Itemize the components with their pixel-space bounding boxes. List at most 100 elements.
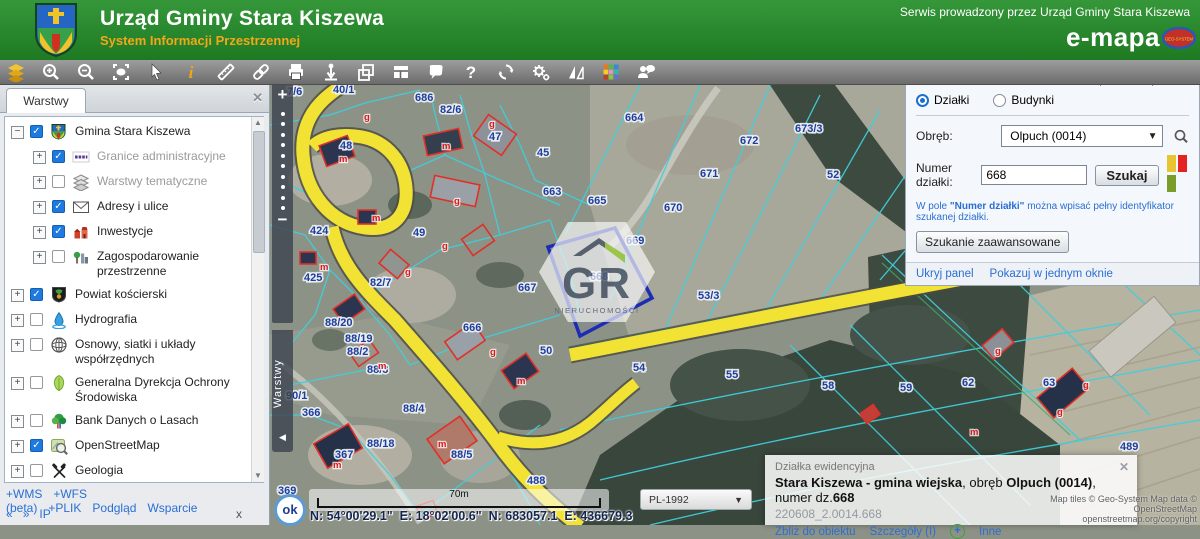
- layer-label[interactable]: Inwestycje: [97, 223, 153, 239]
- layer-label[interactable]: Granice administracyjne: [97, 148, 226, 164]
- zoom-level-dot[interactable]: [281, 133, 285, 137]
- toolbar-layers-icon[interactable]: [6, 62, 26, 82]
- layer-checkbox[interactable]: [30, 313, 43, 326]
- layer-label[interactable]: Zagospodarowanie przestrzenne: [97, 248, 261, 279]
- toolbar-print-icon[interactable]: [286, 62, 306, 82]
- toolbar-settings-icon[interactable]: [531, 62, 551, 82]
- layer-label[interactable]: Generalna Dyrekcja Ochrony Środowiska: [75, 374, 261, 405]
- zoom-level-dot[interactable]: [281, 185, 285, 189]
- layer-checkbox[interactable]: ✓: [52, 150, 65, 163]
- layer-label[interactable]: Osnowy, siatki i układy współrzędnych: [75, 336, 261, 367]
- building-use-label: m: [372, 213, 380, 224]
- toolbar-balloon-icon[interactable]: [426, 62, 446, 82]
- layer-checkbox[interactable]: [52, 250, 65, 263]
- obreb-search-icon[interactable]: [1173, 128, 1189, 145]
- warstwy-collapse-tab[interactable]: Warstwy ◀: [272, 330, 293, 452]
- scrollbar-thumb[interactable]: [253, 131, 265, 253]
- radio-budynki[interactable]: [993, 94, 1006, 107]
- expander-icon[interactable]: −: [11, 126, 24, 139]
- layer-checkbox[interactable]: [52, 175, 65, 188]
- layer-checkbox[interactable]: ✓: [30, 288, 43, 301]
- toolbar-marker-download-icon[interactable]: [321, 62, 341, 82]
- crs-select[interactable]: PL-1992 ▼: [640, 489, 752, 510]
- expander-icon[interactable]: +: [33, 251, 46, 264]
- layer-label[interactable]: Powiat kościerski: [75, 286, 167, 302]
- expander-icon[interactable]: +: [33, 201, 46, 214]
- toolbar-zoom-out-icon[interactable]: [76, 62, 96, 82]
- info-box-close-icon[interactable]: ✕: [1119, 460, 1129, 474]
- building-use-label: m: [339, 154, 347, 165]
- toolbar-panels-icon[interactable]: [391, 62, 411, 82]
- layer-label[interactable]: Bank Danych o Lasach: [75, 412, 198, 428]
- zoom-to-object-link[interactable]: Zbliż do obiektu: [775, 526, 856, 538]
- layer-checkbox[interactable]: [30, 464, 43, 477]
- radio-dzialki[interactable]: [916, 94, 929, 107]
- expander-icon[interactable]: +: [11, 465, 24, 478]
- layer-label[interactable]: Hydrografia: [75, 311, 137, 327]
- toolbar-help-icon[interactable]: ?: [461, 62, 481, 82]
- toolbar-cloud-sync-icon[interactable]: [496, 62, 516, 82]
- expander-icon[interactable]: +: [11, 339, 24, 352]
- expander-icon[interactable]: +: [11, 440, 24, 453]
- layer-label[interactable]: Warstwy tematyczne: [97, 173, 207, 189]
- layer-checkbox[interactable]: ✓: [30, 125, 43, 138]
- layer-checkbox[interactable]: [30, 376, 43, 389]
- zoom-level-dot[interactable]: [281, 143, 285, 147]
- footer2-link[interactable]: «: [6, 507, 13, 521]
- expander-icon[interactable]: +: [11, 314, 24, 327]
- footer2-link[interactable]: »: [23, 507, 30, 521]
- toolbar-compare-icon[interactable]: [566, 62, 586, 82]
- footer2-link[interactable]: IP: [39, 507, 50, 521]
- expander-icon[interactable]: +: [11, 289, 24, 302]
- zoom-level-dot[interactable]: [281, 154, 285, 158]
- tab-warstwy[interactable]: Warstwy: [6, 88, 86, 113]
- toolbar-zoom-in-icon[interactable]: [41, 62, 61, 82]
- toolbar-cursor-icon[interactable]: [146, 62, 166, 82]
- layer-label[interactable]: Gmina Stara Kiszewa: [75, 123, 190, 139]
- expander-icon[interactable]: +: [11, 415, 24, 428]
- expander-icon[interactable]: +: [33, 176, 46, 189]
- layers-panel-close-icon[interactable]: ✕: [252, 90, 263, 106]
- expand-plus-icon[interactable]: +: [950, 524, 965, 539]
- hide-panel-link[interactable]: Ukryj panel: [916, 268, 974, 280]
- scroll-up-icon[interactable]: ▲: [252, 117, 264, 129]
- expander-icon[interactable]: +: [33, 151, 46, 164]
- layer-label[interactable]: Adresy i ulice: [97, 198, 168, 214]
- zoom-level-dot[interactable]: [281, 175, 285, 179]
- toolbar-measure-icon[interactable]: [216, 62, 236, 82]
- zoom-level-dot[interactable]: [281, 112, 285, 116]
- scroll-down-icon[interactable]: ▼: [252, 470, 264, 482]
- layer-checkbox[interactable]: ✓: [52, 225, 65, 238]
- map-zoom-in-button[interactable]: +: [272, 85, 293, 105]
- single-window-link[interactable]: Pokazuj w jednym oknie: [990, 268, 1113, 280]
- expander-icon[interactable]: +: [11, 377, 24, 390]
- szukaj-button[interactable]: Szukaj: [1095, 165, 1158, 186]
- other-link[interactable]: Inne: [979, 526, 1001, 538]
- layer-label[interactable]: OpenStreetMap: [75, 437, 160, 453]
- toolbar-link-icon[interactable]: [251, 62, 271, 82]
- toolbar-select-region-icon[interactable]: [111, 62, 131, 82]
- expander-icon[interactable]: +: [33, 226, 46, 239]
- layer-checkbox[interactable]: ✓: [30, 439, 43, 452]
- ok-button[interactable]: ok: [274, 494, 306, 526]
- zoom-level-dot[interactable]: [281, 122, 285, 126]
- layer-label[interactable]: Geologia: [75, 462, 123, 478]
- layer-checkbox[interactable]: [30, 338, 43, 351]
- toolbar-copy-icon[interactable]: [356, 62, 376, 82]
- numer-dzialki-input[interactable]: [981, 165, 1087, 185]
- obreb-select[interactable]: Olpuch (0014) ▼: [1001, 125, 1162, 147]
- footer-x[interactable]: x: [236, 507, 242, 521]
- details-link[interactable]: Szczegóły (I): [870, 526, 936, 538]
- toolbar-users-icon[interactable]: [636, 62, 656, 82]
- advanced-search-button[interactable]: Szukanie zaawansowane: [916, 231, 1069, 253]
- footer-link-wms[interactable]: +WMS: [6, 487, 42, 501]
- toolbar-mosaic-icon[interactable]: [601, 62, 621, 82]
- layer-checkbox[interactable]: [30, 414, 43, 427]
- parcel-label-40-1: 40/1: [333, 85, 354, 96]
- zoom-level-dot[interactable]: [281, 196, 285, 200]
- zoom-level-dot[interactable]: [281, 164, 285, 168]
- map-zoom-out-button[interactable]: −: [272, 210, 293, 230]
- toolbar-info-icon[interactable]: i: [181, 62, 201, 82]
- layers-scrollbar[interactable]: ▲ ▼: [251, 117, 264, 482]
- layer-checkbox[interactable]: ✓: [52, 200, 65, 213]
